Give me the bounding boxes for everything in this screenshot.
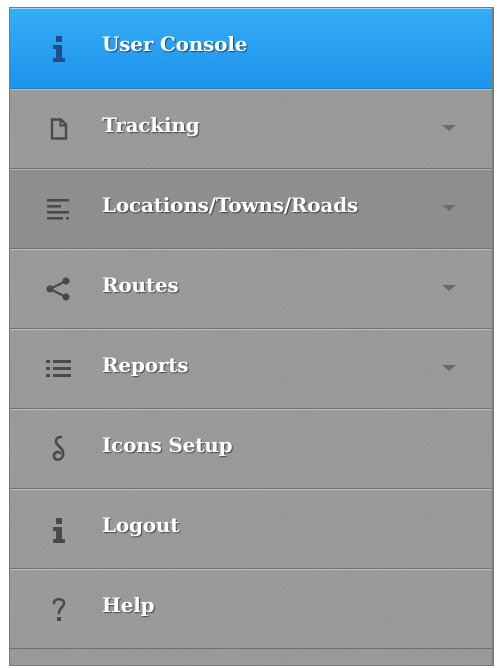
menu-item-icons-setup[interactable]: Icons Setup	[10, 409, 492, 489]
chevron-down-icon[interactable]	[442, 125, 456, 131]
menu-item-label: Help	[102, 593, 155, 617]
menu-item-label: Icons Setup	[102, 433, 233, 457]
menu-item-locations-towns-roads[interactable]: Locations/Towns/Roads	[10, 169, 492, 249]
chevron-down-icon[interactable]	[442, 365, 456, 371]
menu-item-label: Routes	[102, 273, 179, 297]
menu-item-user-console[interactable]: User Console	[10, 8, 492, 89]
menu-item-logout[interactable]: Logout	[10, 489, 492, 569]
info-icon	[44, 8, 74, 87]
chevron-down-icon[interactable]	[442, 205, 456, 211]
question-icon	[44, 569, 74, 648]
share-icon	[44, 249, 74, 328]
menu-item-help[interactable]: Help	[10, 569, 492, 649]
lines-icon	[44, 169, 74, 248]
hook-icon	[44, 409, 74, 488]
sidebar-menu-panel: User Console Tracking Locations/Towns/Ro…	[9, 7, 494, 666]
info-icon	[44, 489, 74, 568]
chevron-down-icon[interactable]	[442, 285, 456, 291]
menu-item-label: Reports	[102, 353, 189, 377]
list-icon	[44, 329, 74, 408]
menu-item-routes[interactable]: Routes	[10, 249, 492, 329]
menu-item-label: Tracking	[102, 113, 200, 137]
menu-item-label: Locations/Towns/Roads	[102, 193, 359, 217]
sidebar-menu: User Console Tracking Locations/Towns/Ro…	[10, 8, 492, 665]
menu-item-tracking[interactable]: Tracking	[10, 89, 492, 169]
menu-item-label: Logout	[102, 513, 180, 537]
menu-item-reports[interactable]: Reports	[10, 329, 492, 409]
document-icon	[44, 89, 74, 168]
menu-footer-spacer	[10, 649, 492, 665]
menu-item-label: User Console	[102, 32, 248, 56]
